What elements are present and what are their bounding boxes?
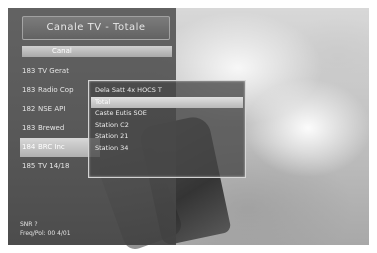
channel-name: TV 14/18	[38, 162, 70, 170]
channel-name: Radio Cop	[38, 86, 74, 94]
satellite-item[interactable]: Station 34	[89, 143, 245, 155]
frequency-info-line: Freq/Pol: 00 4/01	[20, 230, 71, 237]
channel-item[interactable]: 183 TV Gerat	[20, 62, 100, 81]
satellite-item[interactable]: Dela Satt 4x HOCS T	[89, 85, 245, 97]
satellite-item[interactable]: Station C2	[89, 120, 245, 132]
tv-screen: Canale TV - Totale Canal 183 TV Gerat 183…	[0, 0, 377, 253]
satellite-item[interactable]: Station 21	[89, 131, 245, 143]
satellite-item[interactable]: Total	[91, 96, 243, 108]
channel-name: BRC Inc	[38, 143, 65, 151]
channel-number: 184	[22, 143, 36, 151]
panel-title: Canale TV - Totale	[22, 16, 170, 40]
channel-number: 183	[22, 67, 36, 75]
channel-name: NSE API	[38, 105, 66, 113]
satellite-select-popup: Dela Satt 4x HOCS T Total Caste Eutis SO…	[88, 80, 246, 178]
channel-name: TV Gerat	[38, 67, 69, 75]
channel-number: 185	[22, 162, 36, 170]
signal-info: SNR ? Freq/Pol: 00 4/01	[20, 220, 71, 238]
group-header[interactable]: Canal	[22, 46, 172, 57]
channel-number: 183	[22, 86, 36, 94]
channel-name: Brewed	[38, 124, 65, 132]
channel-number: 183	[22, 124, 36, 132]
signal-info-line: SNR ?	[20, 221, 38, 228]
satellite-item[interactable]: Caste Eutis SOE	[89, 108, 245, 120]
channel-number: 182	[22, 105, 36, 113]
satellite-list: Dela Satt 4x HOCS T Total Caste Eutis SO…	[89, 81, 245, 154]
